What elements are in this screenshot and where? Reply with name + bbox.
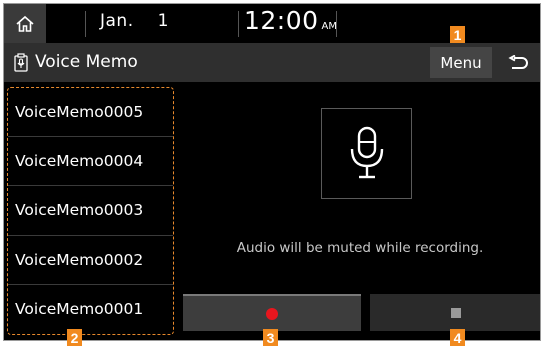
status-divider bbox=[336, 11, 337, 37]
date-day: 1 bbox=[157, 11, 169, 31]
record-button[interactable] bbox=[183, 294, 361, 331]
stop-square-icon bbox=[451, 307, 461, 318]
recording-notice: Audio will be muted while recording. bbox=[236, 240, 484, 256]
head-unit-screen: Jan. 1 12:00 AM Voice Memo Menu VoiceMemo0… bbox=[3, 3, 541, 341]
title-bar: Voice Memo Menu bbox=[4, 43, 540, 82]
clock-time: 12:00 bbox=[244, 6, 319, 35]
memo-item[interactable]: VoiceMemo0003 bbox=[8, 186, 173, 236]
stop-button[interactable] bbox=[370, 294, 540, 331]
memo-list: VoiceMemo0005 VoiceMemo0004 VoiceMemo000… bbox=[8, 88, 173, 334]
memo-item[interactable]: VoiceMemo0001 bbox=[8, 285, 173, 334]
back-arrow-icon bbox=[508, 54, 528, 69]
back-button[interactable] bbox=[498, 47, 538, 78]
clock-ampm: AM bbox=[321, 21, 338, 32]
status-divider bbox=[238, 11, 239, 37]
status-clock: 12:00 AM bbox=[244, 6, 337, 35]
page-title: Voice Memo bbox=[35, 52, 138, 72]
memo-item[interactable]: VoiceMemo0002 bbox=[8, 236, 173, 285]
callout-badge-2: 2 bbox=[67, 329, 82, 346]
date-month: Jan. bbox=[100, 11, 134, 31]
callout-badge-3: 3 bbox=[263, 329, 278, 346]
home-button[interactable] bbox=[4, 4, 46, 43]
microphone-display bbox=[321, 108, 412, 199]
callout-badge-4: 4 bbox=[450, 329, 465, 346]
record-dot-icon bbox=[266, 307, 278, 320]
memo-item[interactable]: VoiceMemo0005 bbox=[8, 88, 173, 138]
memo-item[interactable]: VoiceMemo0004 bbox=[8, 137, 173, 187]
voice-memo-icon bbox=[14, 53, 28, 72]
callout-badge-1: 1 bbox=[450, 26, 465, 43]
status-date: Jan. 1 bbox=[100, 11, 169, 31]
home-icon bbox=[16, 15, 34, 32]
menu-button[interactable]: Menu bbox=[430, 47, 492, 78]
microphone-icon bbox=[350, 126, 383, 178]
status-divider bbox=[85, 11, 86, 37]
